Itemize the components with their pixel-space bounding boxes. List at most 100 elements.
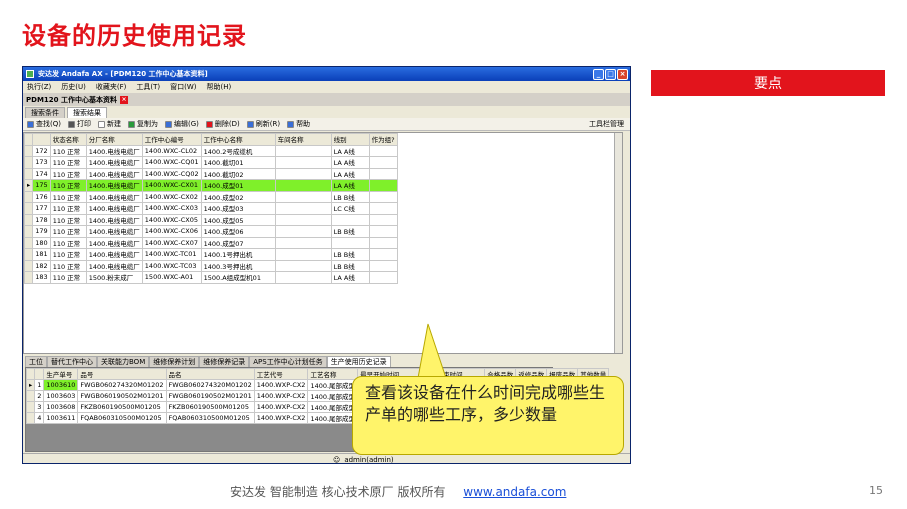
table-row[interactable]: 178 110 正常 1400.电线电缆厂 1400.WXC-CX05 1400.成型0… bbox=[23, 213, 398, 226]
table-cell[interactable]: LB B线 bbox=[330, 190, 370, 203]
table-cell[interactable] bbox=[368, 144, 398, 157]
table-cell[interactable]: FWGB060274320M01202 bbox=[165, 379, 255, 391]
table-cell[interactable]: 110 正常 bbox=[49, 179, 87, 192]
row-selector[interactable] bbox=[23, 213, 34, 226]
row-selector[interactable] bbox=[23, 225, 34, 238]
table-cell[interactable] bbox=[368, 190, 398, 203]
table-cell[interactable]: 1400.WXC-CX03 bbox=[141, 202, 202, 215]
table-cell[interactable]: 1400.电线电缆厂 bbox=[85, 259, 143, 272]
table-cell[interactable]: 110 正常 bbox=[49, 248, 87, 261]
table-cell[interactable]: LC C线 bbox=[330, 202, 370, 215]
row-selector[interactable] bbox=[23, 167, 34, 180]
table-cell[interactable]: LB B线 bbox=[330, 259, 370, 272]
table-row[interactable]: 174 110 正常 1400.电线电缆厂 1400.WXC-CQ02 1400.截切0… bbox=[23, 167, 398, 180]
table-row[interactable]: 179 110 正常 1400.电线电缆厂 1400.WXC-CX06 1400.成型0… bbox=[23, 225, 398, 238]
table-row[interactable]: 173 110 正常 1400.电线电缆厂 1400.WXC-CQ01 1400.截切0… bbox=[23, 156, 398, 169]
row-selector[interactable] bbox=[23, 271, 34, 284]
table-cell[interactable]: LA A线 bbox=[330, 156, 370, 169]
table-cell[interactable]: 1400.WXC-CL02 bbox=[141, 144, 202, 157]
table-cell[interactable]: 110 正常 bbox=[49, 202, 87, 215]
table-cell[interactable]: 3 bbox=[34, 401, 45, 413]
table-cell[interactable]: 1400.成型07 bbox=[200, 236, 276, 249]
table-cell[interactable]: 110 正常 bbox=[49, 225, 87, 238]
table-row[interactable]: 183 110 正常 1500.粉末成厂 1500.WXC-A01 1500.A组成型机… bbox=[23, 271, 398, 284]
table-cell[interactable]: 1400.尾部成型 bbox=[307, 379, 359, 391]
table-cell[interactable]: 1400.WXC-CQ02 bbox=[141, 167, 202, 180]
table-cell[interactable]: 1400.电线电缆厂 bbox=[85, 213, 143, 226]
table-cell[interactable] bbox=[368, 202, 398, 215]
table-cell[interactable]: 1400.WXP-CX2 bbox=[253, 390, 309, 402]
table-cell[interactable]: 181 bbox=[32, 248, 51, 261]
table-cell[interactable]: 110 正常 bbox=[49, 259, 87, 272]
table-cell[interactable]: 1003611 bbox=[43, 412, 79, 424]
table-cell[interactable]: FWGB060274320M01202 bbox=[77, 379, 167, 391]
table-cell[interactable]: 1400.电线电缆厂 bbox=[85, 190, 143, 203]
table-cell[interactable]: 110 正常 bbox=[49, 167, 87, 180]
table-cell[interactable] bbox=[274, 259, 332, 272]
detail-tab[interactable]: 工位 bbox=[25, 356, 47, 367]
table-cell[interactable]: FKZB060190500M01205 bbox=[165, 401, 255, 413]
table-cell[interactable]: 1400.电线电缆厂 bbox=[85, 167, 143, 180]
table-cell[interactable] bbox=[330, 213, 370, 226]
table-row[interactable]: 176 110 正常 1400.电线电缆厂 1400.WXC-CX02 1400.成型0… bbox=[23, 190, 398, 203]
table-cell[interactable] bbox=[368, 236, 398, 249]
table-cell[interactable]: 110 正常 bbox=[49, 271, 87, 284]
table-cell[interactable]: 1400.尾部成型 bbox=[307, 390, 359, 402]
table-cell[interactable] bbox=[330, 236, 370, 249]
tab-search-conditions[interactable]: 搜索条件 bbox=[25, 107, 65, 118]
detail-tab[interactable]: APS工作中心计划任务 bbox=[249, 356, 327, 367]
table-row[interactable]: 182 110 正常 1400.电线电缆厂 1400.WXC-TC03 1400.3号押… bbox=[23, 259, 398, 272]
table-cell[interactable] bbox=[274, 271, 332, 284]
toolbar-button[interactable]: 复制为 bbox=[127, 119, 158, 129]
table-cell[interactable]: 110 正常 bbox=[49, 190, 87, 203]
column-header[interactable] bbox=[34, 368, 45, 380]
table-cell[interactable]: 178 bbox=[32, 213, 51, 226]
table-cell[interactable]: 1400.电线电缆厂 bbox=[85, 248, 143, 261]
table-cell[interactable]: 1400.WXC-CX06 bbox=[141, 225, 202, 238]
table-cell[interactable] bbox=[368, 259, 398, 272]
grid-vertical-scrollbar[interactable] bbox=[614, 133, 622, 353]
table-cell[interactable]: 1003610 bbox=[43, 379, 79, 391]
table-cell[interactable]: 1400.WXC-CX07 bbox=[141, 236, 202, 249]
table-cell[interactable]: 1400.成型01 bbox=[200, 179, 276, 192]
column-header[interactable]: 分厂名称 bbox=[85, 133, 143, 146]
table-cell[interactable]: 182 bbox=[32, 259, 51, 272]
row-selector[interactable] bbox=[25, 412, 36, 424]
table-cell[interactable] bbox=[274, 236, 332, 249]
table-cell[interactable]: FQAB060310500M01205 bbox=[77, 412, 167, 424]
table-cell[interactable] bbox=[368, 271, 398, 284]
table-cell[interactable]: 1400.电线电缆厂 bbox=[85, 236, 143, 249]
column-header[interactable]: 工作中心名称 bbox=[200, 133, 276, 146]
table-cell[interactable]: LA A线 bbox=[330, 271, 370, 284]
column-header[interactable]: 工艺名称 bbox=[307, 368, 359, 380]
detail-tab[interactable]: 生产使用历史记录 bbox=[326, 356, 391, 367]
column-header[interactable]: 作为组? bbox=[368, 133, 398, 146]
table-cell[interactable] bbox=[368, 167, 398, 180]
table-cell[interactable]: 1400.WXP-CX2 bbox=[253, 401, 309, 413]
table-cell[interactable]: 1400.尾部成型 bbox=[307, 401, 359, 413]
maximize-icon[interactable]: □ bbox=[605, 68, 616, 80]
minimize-icon[interactable]: _ bbox=[593, 68, 604, 80]
menu-item[interactable]: 历史(U) bbox=[61, 82, 86, 92]
table-cell[interactable] bbox=[274, 167, 332, 180]
table-cell[interactable] bbox=[274, 225, 332, 238]
table-row[interactable]: 172 110 正常 1400.电线电缆厂 1400.WXC-CL02 1400.2号成… bbox=[23, 144, 398, 157]
row-selector[interactable]: ▸ bbox=[25, 379, 36, 391]
table-cell[interactable]: LA A线 bbox=[330, 179, 370, 192]
toolbar-manage-button[interactable]: 工具栏管理 bbox=[589, 119, 630, 129]
column-header[interactable]: 品号 bbox=[77, 368, 167, 380]
detail-tab[interactable]: 替代工作中心 bbox=[47, 356, 97, 367]
table-row[interactable]: 177 110 正常 1400.电线电缆厂 1400.WXC-CX03 1400.成型0… bbox=[23, 202, 398, 215]
toolbar-button[interactable]: 删除(D) bbox=[205, 119, 240, 129]
row-selector[interactable] bbox=[23, 156, 34, 169]
table-cell[interactable]: 1003603 bbox=[43, 390, 79, 402]
table-cell[interactable]: 175 bbox=[32, 179, 51, 192]
table-row[interactable]: 181 110 正常 1400.电线电缆厂 1400.WXC-TC01 1400.1号押… bbox=[23, 248, 398, 261]
table-cell[interactable]: 1400.3号押出机 bbox=[200, 259, 276, 272]
table-cell[interactable]: 1400.WXP-CX2 bbox=[253, 379, 309, 391]
table-cell[interactable]: FWGB060190502M01201 bbox=[77, 390, 167, 402]
detail-tab[interactable]: 关联能力BOM bbox=[97, 356, 150, 367]
table-cell[interactable] bbox=[274, 202, 332, 215]
row-selector[interactable] bbox=[25, 390, 36, 402]
table-cell[interactable]: 110 正常 bbox=[49, 236, 87, 249]
